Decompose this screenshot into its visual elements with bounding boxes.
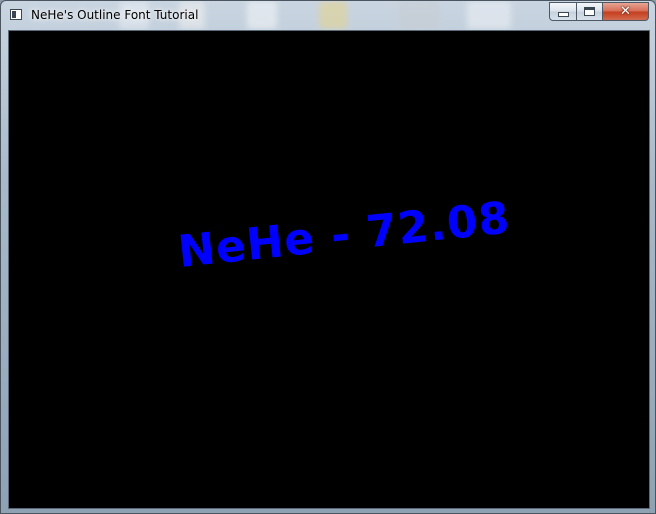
application-window: NeHe's Outline Font Tutorial ✕ NeHe - 72…	[0, 0, 656, 514]
minimize-button[interactable]	[549, 2, 576, 21]
window-title: NeHe's Outline Font Tutorial	[31, 8, 199, 22]
close-button[interactable]: ✕	[602, 2, 649, 21]
app-window-icon[interactable]	[10, 9, 22, 20]
maximize-button[interactable]	[576, 2, 602, 21]
opengl-viewport[interactable]: NeHe - 72.08	[8, 30, 650, 509]
maximize-icon	[584, 7, 595, 16]
close-icon: ✕	[620, 4, 631, 19]
minimize-icon	[557, 12, 569, 17]
title-bar[interactable]: NeHe's Outline Font Tutorial ✕	[1, 1, 655, 30]
rendered-outline-text: NeHe - 72.08	[175, 192, 513, 278]
caption-buttons: ✕	[549, 2, 649, 21]
